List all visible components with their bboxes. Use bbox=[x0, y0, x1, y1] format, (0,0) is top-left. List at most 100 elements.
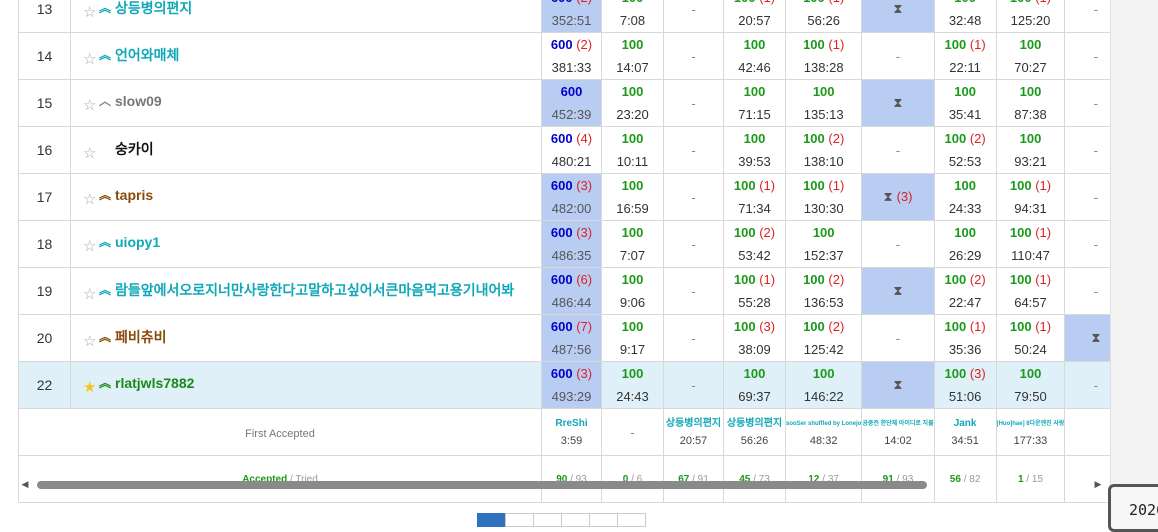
problem-cell: 100 (1) 138:28 bbox=[784, 32, 863, 80]
page-button[interactable] bbox=[589, 513, 618, 527]
problem-cell: 100 (1) 35:36 bbox=[933, 314, 997, 362]
solve-time: 7:08 bbox=[619, 12, 646, 28]
score-line: 100 bbox=[786, 84, 861, 100]
score-value: 600 bbox=[560, 83, 583, 99]
score-value: 100 bbox=[743, 365, 766, 381]
score-value: 100 bbox=[743, 130, 766, 146]
star-icon[interactable]: ☆ bbox=[83, 332, 99, 350]
problem-cell: ⧗ bbox=[861, 0, 935, 33]
username-link[interactable]: slow09 bbox=[115, 93, 162, 109]
problem-cell: - bbox=[663, 267, 724, 315]
score-line: 100 bbox=[602, 84, 663, 100]
first-solver-name[interactable]: [Huo]hae] 8다운엔진 사랑 bbox=[997, 417, 1065, 431]
pagination[interactable] bbox=[477, 513, 646, 527]
page-button[interactable] bbox=[561, 513, 590, 527]
scrollbar-thumb[interactable] bbox=[37, 481, 927, 489]
score-line: 100 (1) bbox=[997, 178, 1065, 194]
score-value: 100 bbox=[621, 318, 644, 334]
problem-cell: 100 (1) 130:30 bbox=[784, 173, 863, 221]
star-icon[interactable]: ☆ bbox=[83, 144, 99, 162]
score-value: 100 bbox=[954, 0, 976, 5]
no-attempt: - bbox=[691, 330, 696, 346]
tries-count: (1) bbox=[1035, 177, 1052, 193]
star-icon[interactable]: ☆ bbox=[83, 3, 99, 21]
username-link[interactable]: 페비츄비 bbox=[115, 329, 167, 345]
first-solver-name[interactable]: RreShi bbox=[542, 417, 601, 431]
score-line: 100 bbox=[602, 178, 663, 194]
star-icon[interactable]: ★ bbox=[83, 378, 99, 396]
problem-cell: 600 (3) 486:35 bbox=[541, 220, 602, 268]
solve-time: 130:30 bbox=[803, 200, 844, 216]
score-value: 100 bbox=[621, 177, 644, 193]
solve-time: 69:37 bbox=[738, 388, 771, 404]
score-value: 600 bbox=[550, 271, 573, 287]
problem-cell: - bbox=[861, 220, 935, 268]
solve-time: 64:57 bbox=[1014, 294, 1047, 310]
first-solver-name[interactable]: 상등병의편지 bbox=[724, 417, 785, 431]
problem-cell: 100 (2) 138:10 bbox=[784, 126, 863, 174]
solve-time: 452:39 bbox=[551, 106, 592, 122]
username-link[interactable]: uiopy1 bbox=[115, 234, 160, 250]
page-button[interactable] bbox=[617, 513, 646, 527]
first-solver-name[interactable]: Jank bbox=[935, 417, 996, 431]
user-cell: ☆ ︽ 람들앞에서오로지너만사랑한다고말하고싶어서큰마음먹고용기내어봐 bbox=[70, 267, 542, 315]
username-link[interactable]: 상등병의편지 bbox=[115, 0, 192, 16]
star-icon[interactable]: ☆ bbox=[83, 96, 99, 114]
first-solve-time: 3:59 bbox=[560, 435, 583, 447]
star-icon[interactable]: ☆ bbox=[83, 50, 99, 68]
first-solve-time: 177:33 bbox=[1013, 435, 1048, 447]
first-solver-name[interactable]: 상등병의편지 bbox=[664, 417, 723, 431]
score-line: 100 (1) bbox=[786, 178, 861, 194]
solve-time: 493:29 bbox=[551, 388, 592, 404]
page-button-active[interactable] bbox=[477, 513, 506, 527]
score-value: 100 bbox=[621, 224, 644, 240]
username-link[interactable]: 숭카이 bbox=[115, 141, 154, 157]
score-line: 600 (3) bbox=[542, 178, 601, 194]
first-solver-name[interactable]: 공중전 한단체 아이디로 지불 bbox=[862, 417, 933, 431]
tries-count: (3) bbox=[576, 177, 593, 193]
tries-count: (2) bbox=[759, 224, 776, 240]
tries-count: (1) bbox=[969, 36, 986, 52]
user-cell: ☆ ︽ 상등병의편지 bbox=[70, 0, 542, 33]
username-link[interactable]: tapris bbox=[115, 187, 153, 203]
username-link[interactable]: 람들앞에서오로지너만사랑한다고말하고싶어서큰마음먹고용기내어봐 bbox=[115, 282, 514, 298]
no-attempt: - bbox=[691, 189, 696, 205]
problem-cell: 100 (1) 94:31 bbox=[995, 173, 1066, 221]
first-accepted-cell: - bbox=[601, 408, 664, 456]
problem-cell: 600 (7) 487:56 bbox=[541, 314, 602, 362]
score-line: 100 bbox=[935, 178, 996, 194]
username-link[interactable]: 언어와매체 bbox=[115, 47, 179, 63]
score-line: 100 (1) bbox=[724, 0, 785, 6]
star-icon[interactable]: ☆ bbox=[83, 285, 99, 303]
horizontal-scrollbar[interactable]: ◀ ▶ bbox=[18, 477, 1105, 493]
no-attempt: - bbox=[895, 48, 901, 64]
problem-cell: 600 (3) 493:29 bbox=[541, 361, 602, 409]
hourglass-icon: ⧗ bbox=[893, 1, 903, 16]
hourglass-icon: ⧗ bbox=[893, 95, 903, 110]
score-value: 100 bbox=[743, 83, 766, 99]
score-value: 100 bbox=[812, 365, 835, 381]
username-link[interactable]: rlatjwls7882 bbox=[115, 375, 194, 391]
problem-cell: - bbox=[663, 220, 724, 268]
problem-cell: 100 7:08 bbox=[601, 0, 664, 33]
star-icon[interactable]: ☆ bbox=[83, 237, 99, 255]
score-line: 600 (2) bbox=[542, 0, 601, 6]
first-solver-name[interactable]: sooSer shuffled by Lonejo bbox=[786, 417, 861, 431]
scroll-right-icon[interactable]: ▶ bbox=[1093, 479, 1103, 491]
score-line: 600 (6) bbox=[542, 272, 601, 288]
problem-cell: 100 24:43 bbox=[601, 361, 664, 409]
scroll-left-icon[interactable]: ◀ bbox=[20, 479, 30, 491]
page-button[interactable] bbox=[505, 513, 534, 527]
solve-time: 125:20 bbox=[1010, 12, 1051, 28]
score-value: 100 bbox=[944, 318, 967, 334]
table-row: 22 ★ ︽ rlatjwls7882 600 (3) 493:29 100 24:43-10… bbox=[18, 361, 1140, 409]
problem-cell: 100 70:27 bbox=[995, 32, 1066, 80]
score-value: 100 bbox=[1009, 177, 1032, 193]
user-cell: ☆ ︽ 언어와매체 bbox=[70, 32, 542, 80]
tries-count: (7) bbox=[576, 318, 593, 334]
score-value: 100 bbox=[1019, 83, 1042, 99]
tries-count: (3) bbox=[759, 318, 776, 334]
star-icon[interactable]: ☆ bbox=[83, 190, 99, 208]
first-accepted-cell: [Huo]hae] 8다운엔진 사랑 177:33 bbox=[995, 408, 1066, 456]
page-button[interactable] bbox=[533, 513, 562, 527]
